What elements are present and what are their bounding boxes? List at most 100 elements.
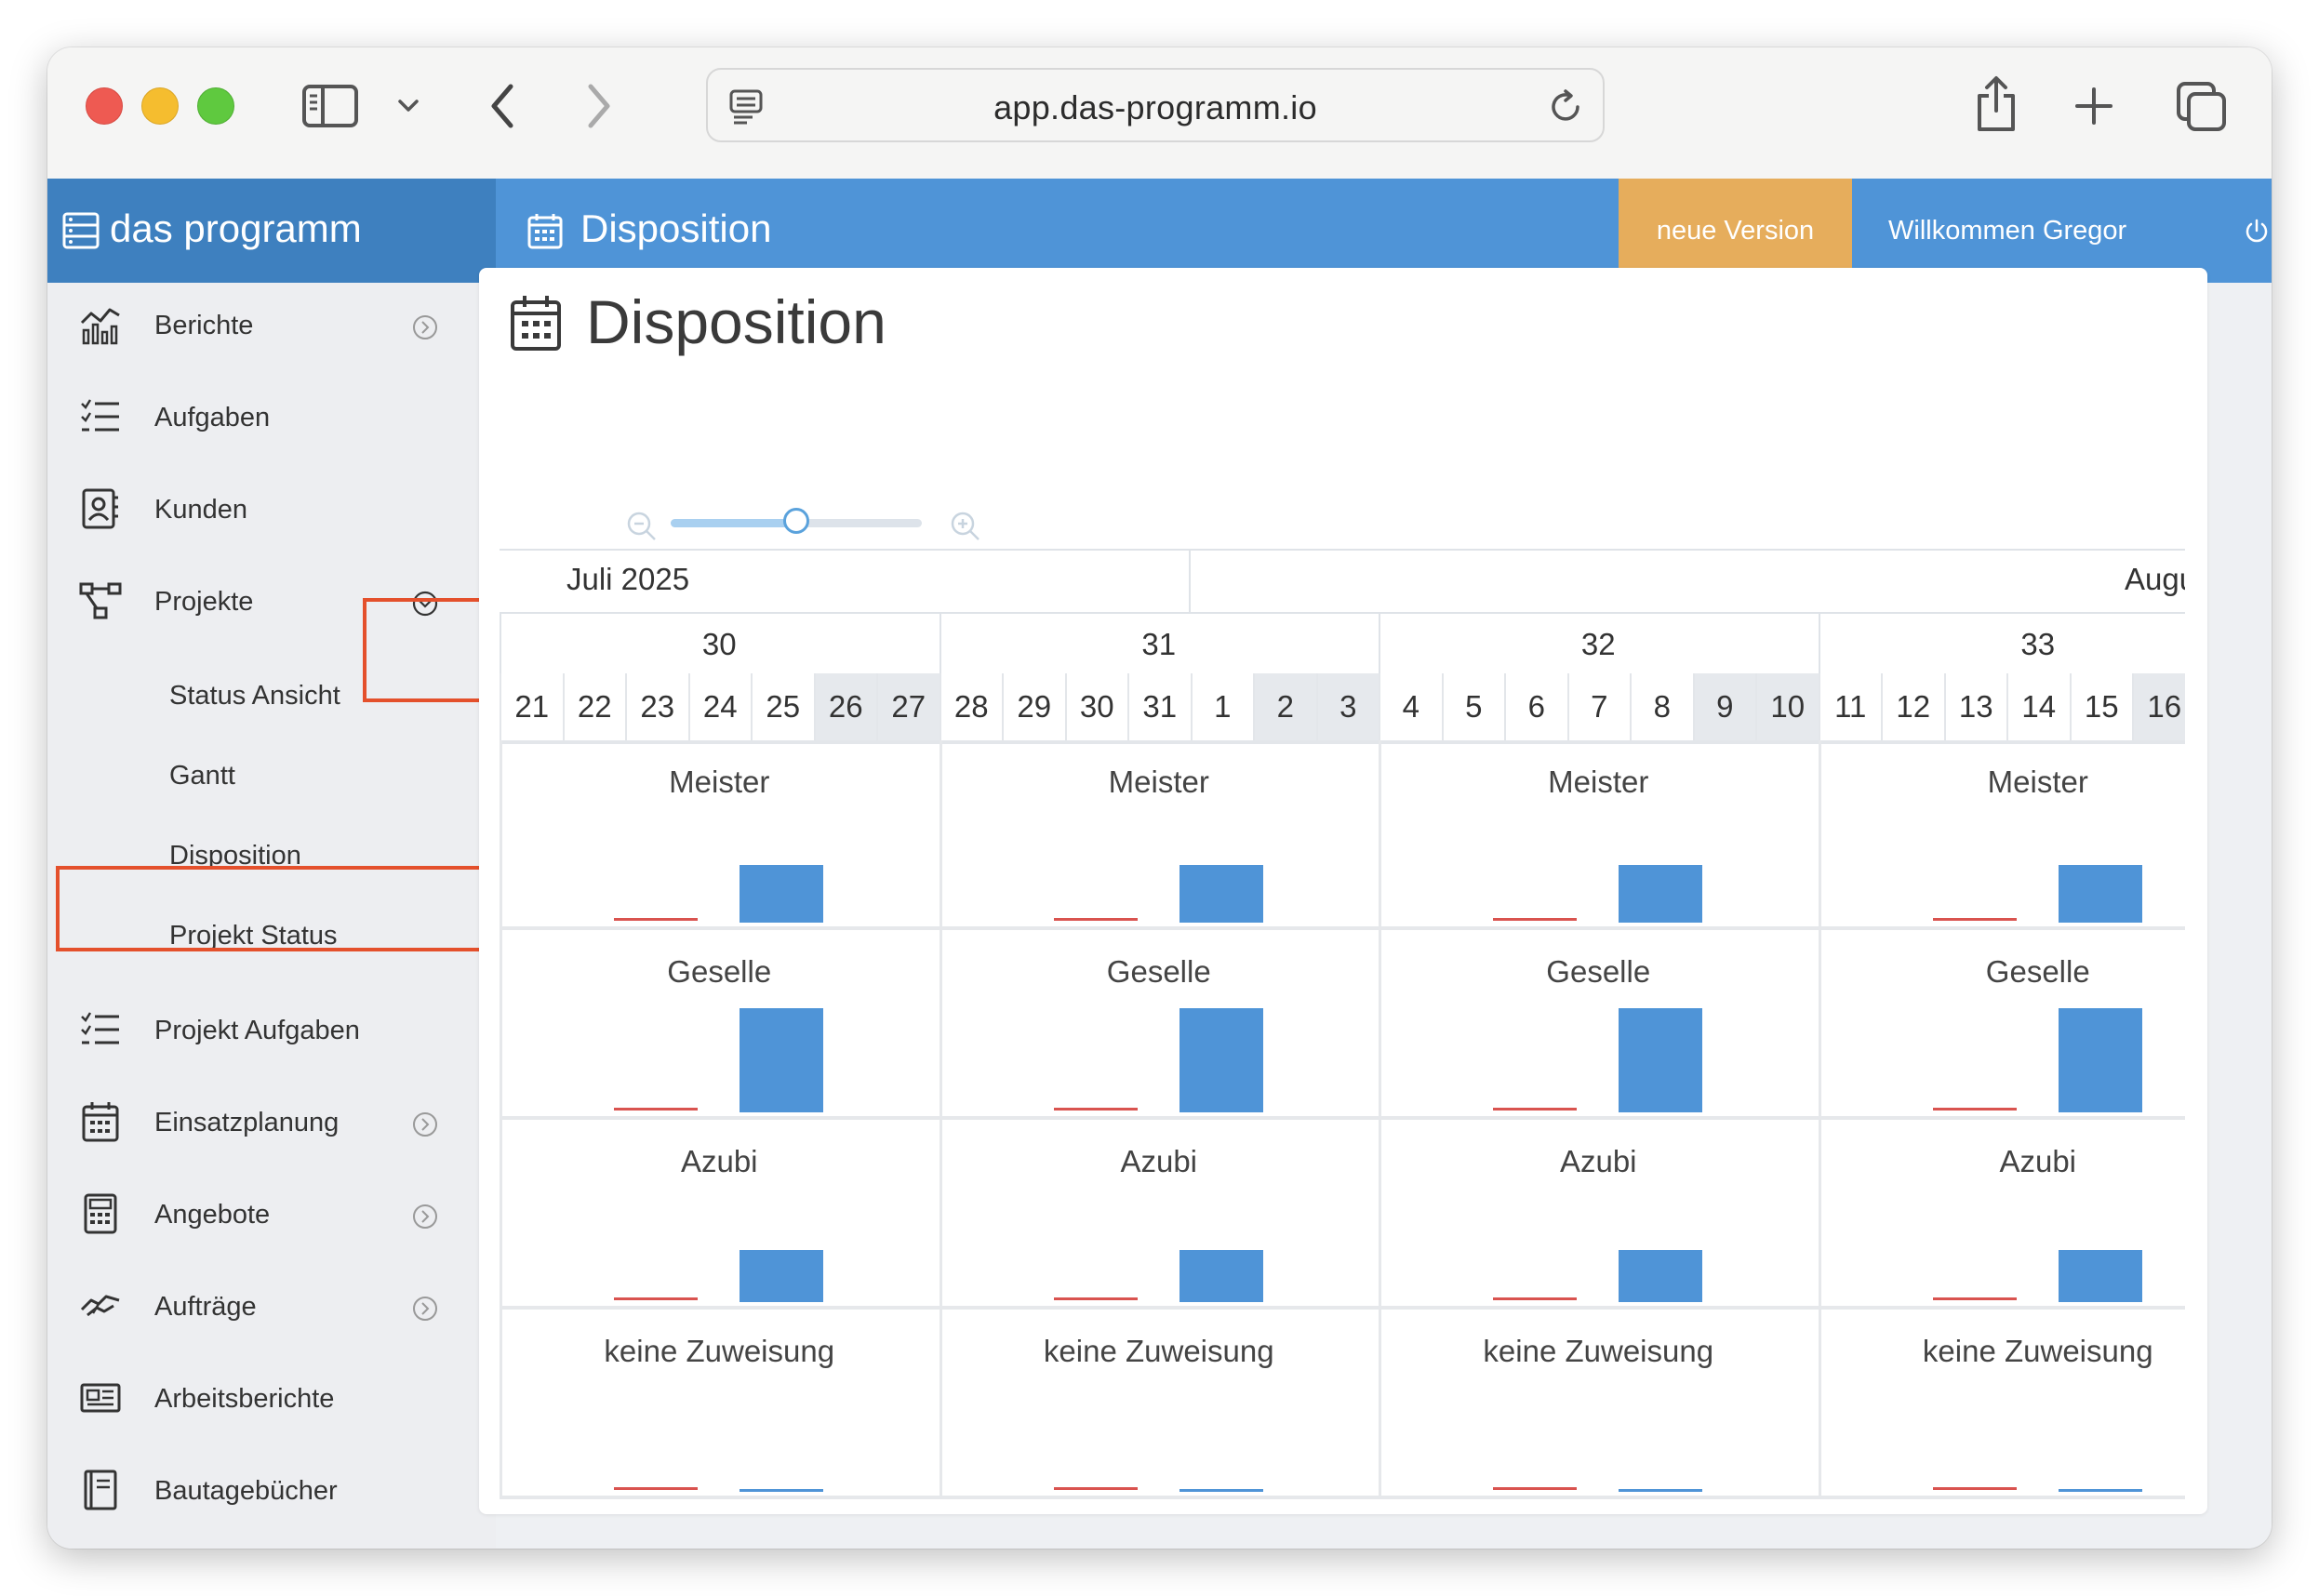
workload-bar[interactable] [1619, 1489, 1702, 1492]
day-cell[interactable]: 30 [1064, 673, 1127, 740]
reload-icon[interactable] [1547, 88, 1584, 126]
day-cell[interactable]: 3 [1315, 673, 1379, 740]
workload-bar[interactable] [2058, 1008, 2142, 1112]
workload-bar[interactable] [1179, 865, 1263, 923]
day-cell[interactable]: 15 [2069, 673, 2132, 740]
day-cell[interactable]: 26 [813, 673, 876, 740]
sidebar-item-berichte[interactable]: Berichte [47, 283, 496, 366]
day-cell[interactable]: 11 [1818, 673, 1881, 740]
week-label: 32 [1580, 627, 1616, 661]
sidebar-item-aufgaben[interactable]: Aufgaben [47, 375, 496, 459]
zoom-window-button[interactable] [197, 87, 234, 125]
sidebar-subitem-gantt[interactable]: Gantt [47, 731, 496, 811]
workload-bar[interactable] [740, 1489, 823, 1492]
resource-label: Geselle [1546, 954, 1651, 989]
close-window-button[interactable] [86, 87, 123, 125]
day-cell[interactable]: 8 [1630, 673, 1693, 740]
sidebar-toggle-icon[interactable] [302, 85, 358, 127]
sidebar-subitem-label: Gantt [169, 761, 235, 791]
sidebar-item-projekt-aufgaben[interactable]: Projekt Aufgaben [47, 988, 496, 1071]
day-cell[interactable]: 31 [1127, 673, 1191, 740]
brand-header[interactable]: das programm [47, 179, 496, 283]
sidebar-item-angebote[interactable]: Angebote [47, 1172, 496, 1256]
day-cell[interactable]: 22 [562, 673, 625, 740]
newspaper-icon [80, 1383, 121, 1413]
day-cell[interactable]: 10 [1755, 673, 1819, 740]
sidebar-item-label: Bautagebücher [154, 1476, 338, 1506]
welcome-user-link[interactable]: Willkommen Gregor [1888, 216, 2126, 246]
resource-label: Azubi [1999, 1144, 2077, 1178]
capacity-line [1053, 1297, 1138, 1300]
chevron-right-icon[interactable] [411, 1111, 439, 1138]
back-arrow-icon[interactable] [488, 83, 516, 129]
sidebar-item-kunden[interactable]: Kunden [47, 467, 496, 551]
day-cell[interactable]: 12 [1881, 673, 1944, 740]
day-cell[interactable]: 16 [2132, 673, 2185, 740]
sidebar-item-auftraege[interactable]: Aufträge [47, 1264, 496, 1348]
new-tab-icon[interactable] [2074, 86, 2113, 126]
week-label: 30 [701, 627, 737, 661]
month-label-august: August 2025 [2125, 562, 2185, 596]
row-divider [500, 1116, 2185, 1120]
day-cell[interactable]: 25 [751, 673, 814, 740]
workload-bar[interactable] [1179, 1489, 1263, 1492]
workload-bar[interactable] [1619, 865, 1702, 923]
workload-bar[interactable] [740, 865, 823, 923]
day-cell[interactable]: 4 [1379, 673, 1442, 740]
power-icon[interactable] [2243, 218, 2271, 246]
resource-label: keine Zuweisung [604, 1334, 835, 1368]
day-cell[interactable]: 2 [1253, 673, 1316, 740]
sidebar-item-einsatzplanung[interactable]: Einsatzplanung [47, 1080, 496, 1164]
chevron-right-icon[interactable] [411, 1203, 439, 1230]
workload-bar[interactable] [1619, 1250, 1702, 1302]
capacity-line [1932, 1487, 2017, 1490]
workload-bar[interactable] [1179, 1250, 1263, 1302]
share-icon[interactable] [1973, 75, 2019, 133]
chevron-right-icon[interactable] [411, 313, 439, 341]
minimize-window-button[interactable] [141, 87, 179, 125]
sidebar-item-label: Aufträge [154, 1292, 257, 1322]
day-cell[interactable]: 14 [2006, 673, 2070, 740]
resource-label: keine Zuweisung [1922, 1334, 2153, 1368]
day-cell[interactable]: 6 [1504, 673, 1567, 740]
day-cell[interactable]: 21 [500, 673, 563, 740]
sidebar-item-bautagebuecher[interactable]: Bautagebücher [47, 1448, 496, 1532]
day-cell[interactable]: 9 [1692, 673, 1755, 740]
project-icon [79, 582, 122, 619]
sidebar-item-label: Arbeitsberichte [154, 1384, 335, 1414]
workload-bar[interactable] [740, 1250, 823, 1302]
day-cell[interactable]: 27 [876, 673, 940, 740]
chevron-right-icon[interactable] [411, 1295, 439, 1323]
calculator-icon [84, 1193, 117, 1234]
resource-label: Azubi [680, 1144, 758, 1178]
workload-bar[interactable] [740, 1008, 823, 1112]
divider [1189, 551, 1191, 612]
capacity-line [614, 1487, 698, 1490]
day-cell[interactable]: 29 [1002, 673, 1065, 740]
tab-overview-icon[interactable] [2176, 81, 2228, 133]
sidebar: Berichte Aufgaben Kunden Projekte Status… [47, 283, 496, 1549]
checklist-icon [81, 1012, 119, 1044]
capacity-line [1493, 918, 1577, 921]
workload-bar[interactable] [2058, 865, 2142, 923]
workload-bar[interactable] [2058, 1250, 2142, 1302]
workload-bar[interactable] [2058, 1489, 2142, 1492]
chevron-down-icon[interactable] [397, 96, 420, 116]
day-cell[interactable]: 28 [939, 673, 1002, 740]
address-bar[interactable]: app.das-programm.io [706, 68, 1605, 142]
forward-arrow-icon[interactable] [585, 83, 613, 129]
capacity-line [1053, 1108, 1138, 1111]
contact-icon [82, 488, 118, 529]
day-cell[interactable]: 23 [625, 673, 688, 740]
day-cell[interactable]: 13 [1943, 673, 2006, 740]
workload-bar[interactable] [1619, 1008, 1702, 1112]
day-cell[interactable]: 24 [687, 673, 751, 740]
day-cell[interactable]: 7 [1566, 673, 1630, 740]
capacity-line [614, 1108, 698, 1111]
month-label-july: Juli 2025 [566, 562, 690, 596]
day-cell[interactable]: 1 [1190, 673, 1253, 740]
workload-bar[interactable] [1179, 1008, 1263, 1112]
sidebar-item-arbeitsberichte[interactable]: Arbeitsberichte [47, 1356, 496, 1440]
day-cell[interactable]: 5 [1441, 673, 1504, 740]
week-label: 31 [1141, 627, 1177, 661]
